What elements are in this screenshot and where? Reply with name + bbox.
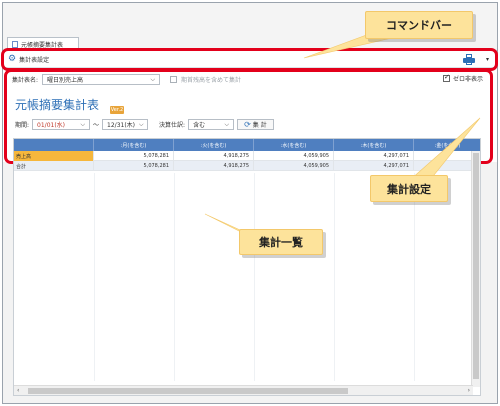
cell[interactable]: 5,078,281 — [94, 151, 174, 161]
horizontal-scrollbar[interactable]: ‹ › — [14, 385, 473, 395]
table-row[interactable]: 売上高 5,078,281 4,918,275 4,059,905 4,297,… — [14, 151, 480, 161]
column-divider — [94, 173, 95, 381]
cell[interactable]: 4,059,905 — [254, 151, 334, 161]
command-bar-highlight — [1, 48, 498, 71]
cell[interactable]: 4,918,275 — [174, 151, 254, 161]
header-cell[interactable]: :火(を含む) — [174, 139, 254, 151]
callout-settings: 集計設定 — [370, 175, 448, 202]
header-cell[interactable] — [14, 139, 94, 151]
header-cell[interactable]: :木(を含む) — [334, 139, 414, 151]
cell[interactable]: 4,297,071 — [334, 161, 414, 171]
header-cell[interactable]: :月(を含む) — [94, 139, 174, 151]
row-label[interactable]: 売上高 — [14, 151, 94, 161]
cell[interactable]: 4,918,275 — [174, 161, 254, 171]
column-divider — [174, 173, 175, 381]
table-row[interactable]: 合計 5,078,281 4,918,275 4,059,905 4,297,0… — [14, 161, 480, 171]
callout-command-bar: コマンドバー — [365, 11, 473, 39]
document-icon — [12, 41, 18, 48]
column-divider — [334, 173, 335, 381]
scroll-left-icon[interactable]: ‹ — [17, 387, 19, 394]
header-cell[interactable]: :水(を含む) — [254, 139, 334, 151]
cell[interactable]: 4,297,071 — [334, 151, 414, 161]
grid-header: :月(を含む) :火(を含む) :水(を含む) :木(を含む) :金(を含む) — [14, 139, 480, 151]
header-cell[interactable]: :金(を含む) — [414, 139, 480, 151]
cell[interactable]: 5,078,281 — [94, 161, 174, 171]
column-divider — [254, 173, 255, 381]
vertical-scrollbar[interactable] — [471, 151, 480, 387]
cell[interactable]: 4,059,905 — [254, 161, 334, 171]
scroll-right-icon[interactable]: › — [468, 387, 470, 394]
callout-list: 集計一覧 — [239, 229, 323, 255]
column-divider — [414, 173, 415, 381]
row-label[interactable]: 合計 — [14, 161, 94, 171]
